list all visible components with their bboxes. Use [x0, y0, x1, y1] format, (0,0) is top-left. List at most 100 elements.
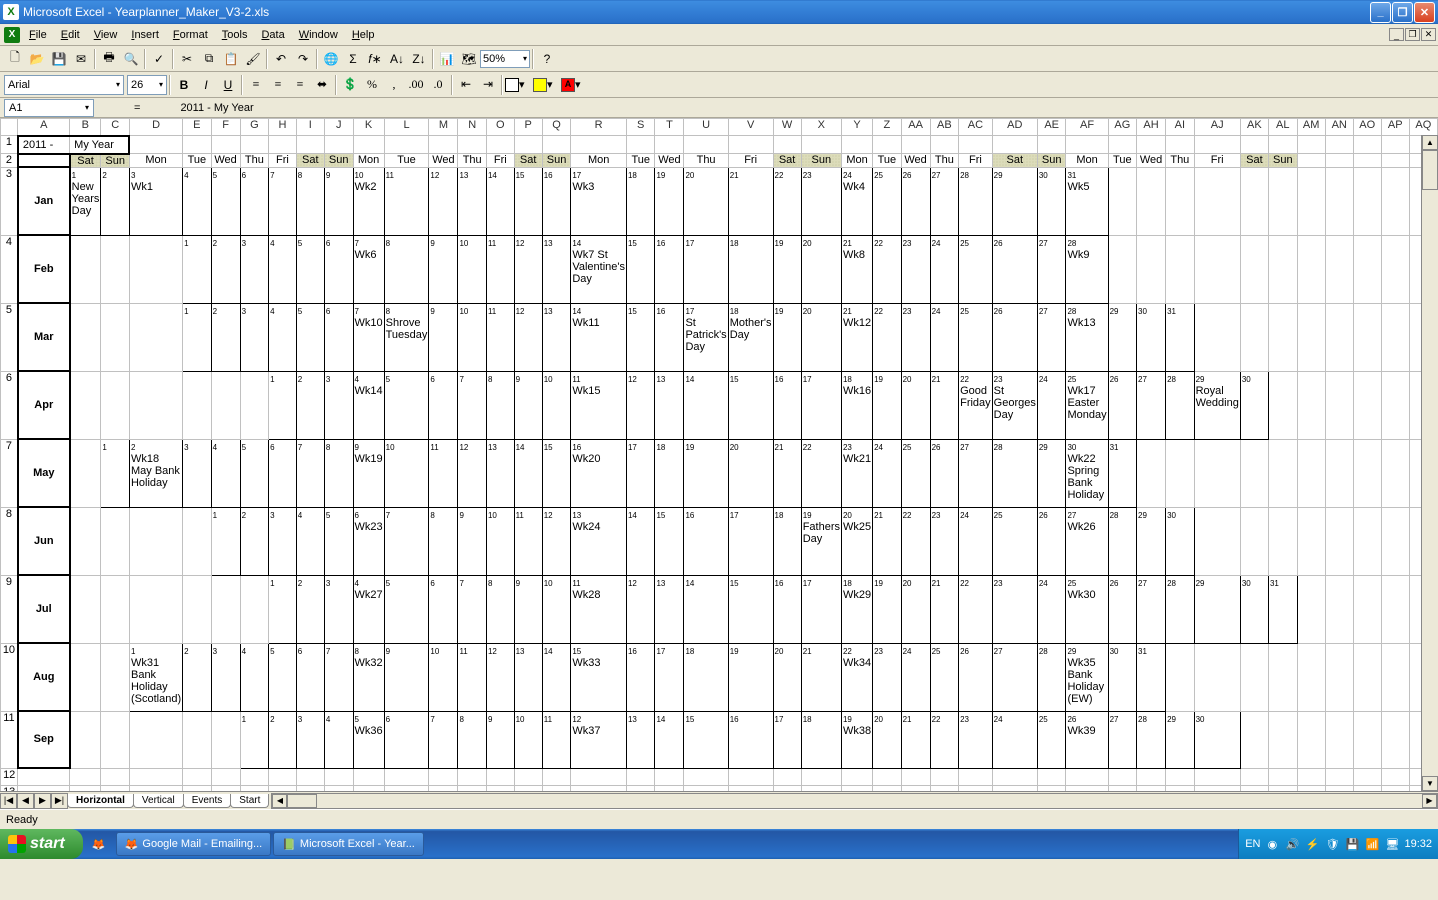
column-header[interactable]: B [70, 119, 101, 136]
empty-cell[interactable] [1268, 303, 1297, 371]
empty-cell[interactable] [1325, 371, 1353, 439]
day-cell[interactable]: 22 [773, 167, 801, 235]
empty-cell[interactable] [1137, 439, 1166, 507]
dow-header[interactable]: Sat [70, 154, 101, 168]
day-cell[interactable]: 2 [101, 167, 130, 235]
row-header[interactable]: 4 [1, 235, 18, 303]
percent-button[interactable]: % [361, 74, 383, 96]
empty-cell[interactable] [183, 371, 211, 439]
month-label[interactable]: Mar [18, 303, 70, 371]
day-cell[interactable]: 20Wk25 [841, 507, 872, 575]
day-cell[interactable]: 3 [324, 371, 353, 439]
empty-cell[interactable] [1194, 303, 1240, 371]
currency-button[interactable]: 💲 [339, 74, 361, 96]
empty-cell[interactable] [101, 507, 130, 575]
column-header[interactable]: AK [1240, 119, 1268, 136]
day-cell[interactable]: 21 [930, 371, 959, 439]
empty-cell[interactable] [1353, 711, 1381, 768]
day-cell[interactable]: 27 [930, 167, 959, 235]
empty-cell[interactable] [1137, 235, 1166, 303]
day-cell[interactable]: 30 [1240, 371, 1268, 439]
column-header[interactable]: E [183, 119, 211, 136]
day-cell[interactable]: 2 [211, 303, 240, 371]
empty-cell[interactable] [70, 575, 101, 643]
empty-cell[interactable] [1268, 507, 1297, 575]
spreadsheet-grid[interactable]: ABCDEFGHIJKLMNOPQRSTUVWXYZAAABACADAEAFAG… [0, 118, 1438, 791]
empty-cell[interactable] [1297, 303, 1325, 371]
empty-cell[interactable] [1166, 643, 1195, 711]
dow-header[interactable]: Wed [901, 154, 930, 168]
day-cell[interactable]: 16 [655, 235, 684, 303]
column-header[interactable]: J [324, 119, 353, 136]
empty-cell[interactable] [1268, 167, 1297, 235]
map-icon[interactable]: 🗺 [458, 48, 480, 70]
day-cell[interactable]: 1 [269, 575, 297, 643]
window-close-button[interactable]: ✕ [1414, 2, 1435, 23]
column-header[interactable]: AH [1137, 119, 1166, 136]
day-cell[interactable]: 13 [626, 711, 654, 768]
day-cell[interactable]: 25 [901, 439, 930, 507]
day-cell[interactable]: 20 [801, 235, 841, 303]
day-cell[interactable]: 6 [324, 303, 353, 371]
align-center-button[interactable]: ≡ [267, 74, 289, 96]
day-cell[interactable]: 18 [684, 643, 728, 711]
column-header[interactable]: AE [1037, 119, 1066, 136]
day-cell[interactable]: 6 [384, 711, 429, 768]
dow-header[interactable]: Thu [930, 154, 959, 168]
empty-cell[interactable] [101, 371, 130, 439]
day-cell[interactable]: 6 [296, 643, 324, 711]
column-header[interactable]: G [240, 119, 269, 136]
title-cell[interactable]: 2011 - [18, 136, 70, 154]
empty-cell[interactable] [1353, 303, 1381, 371]
new-icon[interactable]: 🗋 [4, 48, 26, 70]
name-box[interactable]: A1 [4, 99, 94, 117]
empty-cell[interactable] [101, 643, 130, 711]
vertical-scrollbar[interactable]: ▲ ▼ [1421, 135, 1438, 791]
empty-cell[interactable] [1268, 371, 1297, 439]
day-cell[interactable]: 3 [296, 711, 324, 768]
day-cell[interactable]: 27 [959, 439, 993, 507]
day-cell[interactable]: 22Good Friday [959, 371, 993, 439]
day-cell[interactable]: 1Wk31 Bank Holiday (Scotland) [129, 643, 182, 711]
day-cell[interactable]: 9 [429, 235, 458, 303]
day-cell[interactable]: 21 [901, 711, 930, 768]
open-icon[interactable]: 📂 [26, 48, 48, 70]
empty-cell[interactable] [1381, 235, 1409, 303]
empty-cell[interactable] [1297, 575, 1325, 643]
day-cell[interactable]: 2 [296, 371, 324, 439]
day-cell[interactable]: 4 [269, 235, 297, 303]
row-header[interactable]: 2 [1, 154, 18, 168]
row-header[interactable]: 1 [1, 136, 18, 154]
day-cell[interactable]: 2 [183, 643, 211, 711]
day-cell[interactable]: 7 [458, 575, 487, 643]
month-label[interactable]: Sep [18, 711, 70, 768]
day-cell[interactable]: 27 [1108, 711, 1136, 768]
row-header[interactable]: 3 [1, 167, 18, 235]
taskbar-item[interactable]: 📗Microsoft Excel - Year... [273, 832, 424, 856]
day-cell[interactable]: 10 [384, 439, 429, 507]
empty-cell[interactable] [1240, 643, 1268, 711]
menu-file[interactable]: File [22, 27, 54, 43]
empty-cell[interactable] [1194, 439, 1240, 507]
day-cell[interactable]: 6 [429, 371, 458, 439]
empty-cell[interactable] [1194, 507, 1240, 575]
dow-header[interactable]: Thu [684, 154, 728, 168]
day-cell[interactable]: 14 [514, 439, 542, 507]
day-cell[interactable]: 3 [269, 507, 297, 575]
column-header[interactable]: H [269, 119, 297, 136]
tray-icon[interactable]: ◉ [1264, 836, 1280, 852]
month-label[interactable]: Feb [18, 235, 70, 303]
dow-header[interactable]: Mon [1066, 154, 1108, 168]
day-cell[interactable]: 24 [959, 507, 993, 575]
day-cell[interactable]: 11 [542, 711, 571, 768]
empty-cell[interactable] [240, 575, 269, 643]
dow-header[interactable]: Wed [429, 154, 458, 168]
day-cell[interactable]: 10 [486, 507, 514, 575]
tray-icon[interactable]: 💾 [1344, 836, 1360, 852]
italic-button[interactable]: I [195, 74, 217, 96]
month-label[interactable]: Apr [18, 371, 70, 439]
cut-icon[interactable]: ✂ [176, 48, 198, 70]
empty-cell[interactable] [1194, 167, 1240, 235]
app-icon[interactable]: X [4, 27, 20, 43]
column-header[interactable]: T [655, 119, 684, 136]
